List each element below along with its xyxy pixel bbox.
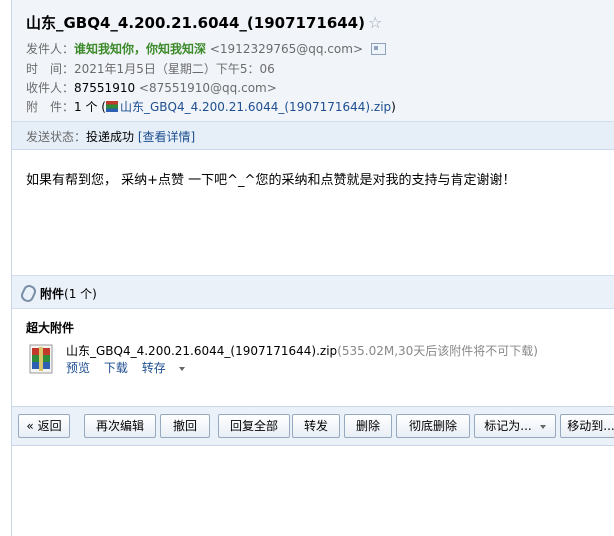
recall-button[interactable]: 撤回 <box>160 414 210 438</box>
attachments-title-text: 附件 <box>40 287 65 301</box>
paperclip-icon <box>19 283 38 304</box>
attach-file-link[interactable]: 山东_GBQ4_4.200.21.6044_(1907171644).zip <box>120 100 391 114</box>
from-row: 发件人：谁知我知你，你知我知深 <1912329765@qq.com> <box>26 40 386 57</box>
mail-header: 山东_GBQ4_4.200.21.6044_(1907171644) ☆ 发件人：… <box>12 0 614 122</box>
chevron-down-icon <box>178 366 185 371</box>
delete-button[interactable]: 删除 <box>344 414 392 438</box>
from-label: 发件人： <box>26 42 75 56</box>
star-icon[interactable]: ☆ <box>368 13 382 32</box>
forward-button[interactable]: 转发 <box>292 414 340 438</box>
large-attachment-title: 超大附件 <box>26 321 75 335</box>
from-name[interactable]: 谁知我知你，你知我知深 <box>74 42 206 56</box>
save-to-link[interactable]: 转存 <box>142 361 195 375</box>
status-row: 发送状态：投递成功 [查看详情] <box>26 128 195 145</box>
time-row: 时 间：2021年1月5日（星期二）下午5：06 <box>26 60 275 77</box>
contact-card-icon[interactable] <box>371 42 386 55</box>
attachments-count: (1 个) <box>64 287 97 301</box>
attachment-actions: 预览 下载 转存 <box>66 359 205 376</box>
mark-as-button[interactable]: 标记为... <box>474 414 556 438</box>
attachments-header: 附件(1 个) <box>12 275 614 309</box>
send-status-bar: 发送状态：投递成功 [查看详情] <box>12 122 614 150</box>
mail-subject: 山东_GBQ4_4.200.21.6044_(1907171644) ☆ <box>26 12 382 33</box>
attachment-file-name: 山东_GBQ4_4.200.21.6044_(1907171644).zip(5… <box>66 342 538 359</box>
reply-all-button[interactable]: 回复全部 <box>218 414 290 438</box>
attach-label: 附 件： <box>26 100 75 114</box>
mail-body: 如果有帮到您， 采纳+点赞 一下吧^_^您的采纳和点赞就是对我的支持与肯定谢谢！ <box>26 173 516 188</box>
zip-file-icon <box>29 344 53 374</box>
zip-icon <box>105 101 118 112</box>
to-name[interactable]: 87551910 <box>74 81 135 95</box>
time-label: 时 间： <box>26 62 75 76</box>
delete-permanent-button[interactable]: 彻底删除 <box>396 414 470 438</box>
to-label: 收件人： <box>26 81 75 95</box>
move-to-button[interactable]: 移动到... <box>560 414 614 438</box>
attach-close: ) <box>391 100 396 114</box>
subject-text: 山东_GBQ4_4.200.21.6044_(1907171644) <box>26 14 365 32</box>
save-to-label: 转存 <box>141 361 166 375</box>
status-value: 投递成功 <box>86 130 135 144</box>
chevron-down-icon <box>539 424 546 429</box>
status-label: 发送状态： <box>26 130 87 144</box>
preview-link[interactable]: 预览 <box>66 361 90 375</box>
attachment-file-meta: (535.02M,30天后该附件将不可下载) <box>337 344 538 358</box>
attach-count: 1 个 ( <box>74 100 106 114</box>
back-button[interactable]: « 返回 <box>18 414 70 438</box>
edit-again-button[interactable]: 再次编辑 <box>84 414 156 438</box>
attachment-row: 附 件：1 个 ( 山东_GBQ4_4.200.21.6044_(19071716… <box>26 98 396 115</box>
to-email: <87551910@qq.com> <box>138 81 277 95</box>
from-email: <1912329765@qq.com> <box>209 42 363 56</box>
attachment-file-link[interactable]: 山东_GBQ4_4.200.21.6044_(1907171644).zip <box>66 344 337 358</box>
time-value: 2021年1月5日（星期二）下午5：06 <box>74 62 275 76</box>
attachments-title: 附件(1 个) <box>40 285 97 302</box>
to-row: 收件人：87551910 <87551910@qq.com> <box>26 79 277 96</box>
mark-as-label: 标记为... <box>484 419 532 433</box>
download-link[interactable]: 下载 <box>104 361 128 375</box>
view-details-link[interactable]: [查看详情] <box>138 130 195 144</box>
mail-toolbar: « 返回 再次编辑 撤回 回复全部 转发 删除 彻底删除 标记为... 移动到.… <box>12 406 614 446</box>
